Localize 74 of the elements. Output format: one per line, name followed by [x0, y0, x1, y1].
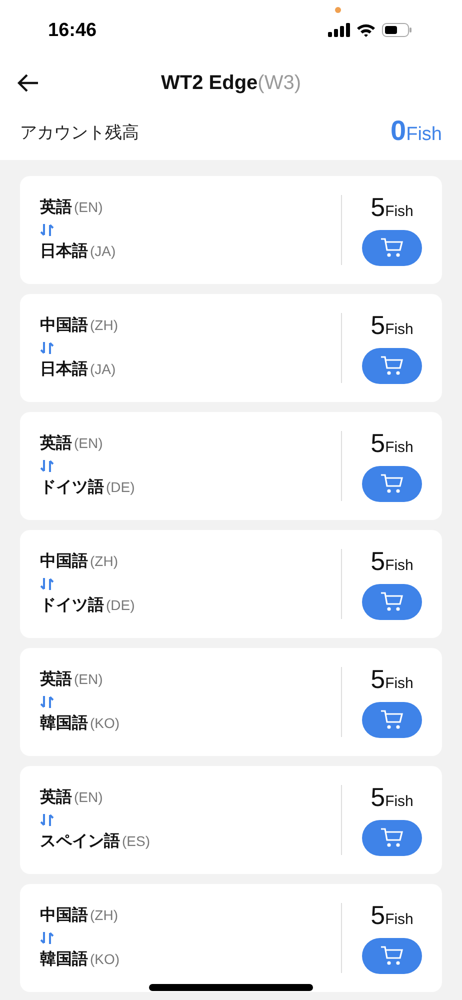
cart-button[interactable]	[362, 584, 422, 620]
cart-icon	[380, 590, 404, 613]
balance-label: アカウント残高	[20, 122, 139, 144]
source-code: (EN)	[74, 788, 103, 807]
price-amount: 5	[370, 902, 386, 928]
cart-button[interactable]	[362, 230, 422, 266]
price-unit: Fish	[385, 438, 414, 458]
source-code: (ZH)	[90, 316, 118, 335]
battery-icon	[382, 23, 412, 37]
price-unit: Fish	[385, 202, 414, 222]
balance-unit: Fish	[406, 122, 442, 147]
price-amount: 5	[370, 312, 386, 338]
cart-icon	[380, 354, 404, 377]
price-amount: 5	[370, 430, 386, 456]
swap-arrows-icon	[40, 223, 54, 237]
target-code: (KO)	[90, 714, 120, 733]
cart-icon	[380, 236, 404, 259]
price-unit: Fish	[385, 792, 414, 812]
cart-button[interactable]	[362, 820, 422, 856]
source-code: (ZH)	[90, 906, 118, 925]
swap-arrows-icon	[40, 341, 54, 355]
cart-icon	[380, 708, 404, 731]
swap-arrows-icon	[40, 459, 54, 473]
swap-arrows-icon	[40, 931, 54, 945]
price-unit: Fish	[385, 320, 414, 340]
source-language: 英語	[40, 787, 72, 808]
cart-button[interactable]	[362, 702, 422, 738]
target-language: スペイン語	[40, 831, 120, 852]
target-code: (DE)	[106, 478, 135, 497]
swap-arrows-icon	[40, 813, 54, 827]
camera-indicator-icon	[335, 7, 341, 13]
cart-button[interactable]	[362, 938, 422, 974]
balance-amount: 0	[390, 116, 406, 145]
signal-icon	[328, 23, 350, 37]
price-unit: Fish	[385, 556, 414, 576]
wifi-icon	[356, 23, 376, 37]
cart-icon	[380, 472, 404, 495]
target-code: (ES)	[122, 832, 150, 851]
source-code: (EN)	[74, 434, 103, 453]
price-amount: 5	[370, 548, 386, 574]
source-language: 英語	[40, 433, 72, 454]
source-code: (EN)	[74, 670, 103, 689]
source-code: (EN)	[74, 198, 103, 217]
model-label: (W3)	[258, 71, 301, 96]
target-code: (DE)	[106, 596, 135, 615]
cart-icon	[380, 826, 404, 849]
page-title: WT2 Edge	[161, 71, 258, 96]
price-unit: Fish	[385, 910, 414, 930]
price-amount: 5	[370, 194, 386, 220]
price-unit: Fish	[385, 674, 414, 694]
price-amount: 5	[370, 666, 386, 692]
source-code: (ZH)	[90, 552, 118, 571]
target-language: ドイツ語	[40, 595, 104, 616]
target-language: 韓国語	[40, 949, 88, 970]
target-language: 韓国語	[40, 713, 88, 734]
cart-icon	[380, 944, 404, 967]
source-language: 英語	[40, 669, 72, 690]
source-language: 中国語	[40, 905, 88, 926]
back-arrow-icon[interactable]	[17, 74, 39, 92]
source-language: 英語	[40, 197, 72, 218]
cart-button[interactable]	[362, 466, 422, 502]
source-language: 中国語	[40, 315, 88, 336]
source-language: 中国語	[40, 551, 88, 572]
price-amount: 5	[370, 784, 386, 810]
target-code: (JA)	[90, 242, 116, 261]
target-code: (JA)	[90, 360, 116, 379]
cart-button[interactable]	[362, 348, 422, 384]
swap-arrows-icon	[40, 577, 54, 591]
target-language: 日本語	[40, 241, 88, 262]
target-language: 日本語	[40, 359, 88, 380]
swap-arrows-icon	[40, 695, 54, 709]
status-time: 16:46	[48, 18, 97, 43]
target-language: ドイツ語	[40, 477, 104, 498]
target-code: (KO)	[90, 950, 120, 969]
